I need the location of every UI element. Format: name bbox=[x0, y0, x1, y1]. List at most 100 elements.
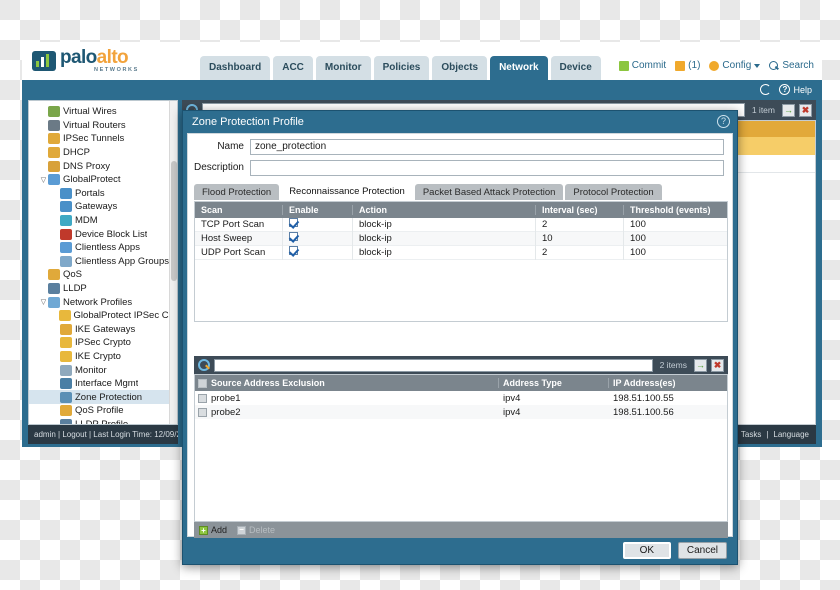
sidebar-item-dns-proxy[interactable]: DNS Proxy bbox=[29, 159, 171, 173]
sidebar-item-qos-profile[interactable]: QoS Profile bbox=[29, 404, 171, 418]
sidebar-item-ipsec-tunnels[interactable]: IPSec Tunnels bbox=[29, 132, 171, 146]
sidebar-item-virtual-routers[interactable]: Virtual Routers bbox=[29, 119, 171, 133]
sidebar-item-virtual-wires[interactable]: Virtual Wires bbox=[29, 105, 171, 119]
sidebar-item-lldp-profile[interactable]: LLDP Profile bbox=[29, 418, 171, 424]
tab-network[interactable]: Network bbox=[490, 56, 548, 80]
description-input[interactable] bbox=[250, 159, 724, 176]
column-address-type: Address Type bbox=[499, 378, 609, 388]
dialog-footer: OK Cancel bbox=[183, 537, 737, 564]
tab-reconnaissance-protection[interactable]: Reconnaissance Protection bbox=[281, 182, 413, 201]
cell-scan: Host Sweep bbox=[195, 231, 283, 246]
tab-monitor[interactable]: Monitor bbox=[315, 56, 371, 80]
tab-dashboard[interactable]: Dashboard bbox=[200, 56, 271, 80]
gateways-icon bbox=[60, 201, 72, 213]
apply-filter-button[interactable]: → bbox=[782, 103, 795, 117]
lock-count[interactable]: (1) bbox=[675, 60, 700, 71]
device-block-list-icon bbox=[60, 228, 72, 240]
sidebar-item-network-profiles[interactable]: ▽ Network Profiles bbox=[29, 295, 171, 309]
sidebar-item-label: Clientless App Groups bbox=[75, 255, 169, 267]
tasks-label[interactable]: Tasks bbox=[741, 430, 761, 439]
tab-packet-based-attack-protection[interactable]: Packet Based Attack Protection bbox=[414, 184, 564, 201]
cell-ip: 198.51.100.55 bbox=[613, 392, 674, 404]
cell-enable bbox=[283, 245, 353, 260]
tab-policies[interactable]: Policies bbox=[373, 56, 430, 80]
sidebar-item-interface-mgmt[interactable]: Interface Mgmt bbox=[29, 377, 171, 391]
sidebar-item-gateways[interactable]: Gateways bbox=[29, 200, 171, 214]
logo-wordmark: paloalto bbox=[60, 48, 129, 68]
tree-scrollbar-thumb[interactable] bbox=[171, 161, 177, 281]
config-menu[interactable]: Config bbox=[709, 60, 761, 71]
tree-scrollbar[interactable] bbox=[169, 101, 177, 424]
commit-link[interactable]: Commit bbox=[618, 60, 666, 71]
clientless-app-groups-icon bbox=[60, 255, 72, 267]
row-checkbox[interactable] bbox=[197, 393, 207, 403]
sidebar-item-label: Device Block List bbox=[75, 228, 148, 240]
cell-name: probe2 bbox=[211, 406, 241, 418]
sidebar-item-globalprotect[interactable]: ▽ GlobalProtect bbox=[29, 173, 171, 187]
globalprotect-icon bbox=[48, 174, 60, 186]
enable-checkbox[interactable] bbox=[289, 217, 298, 227]
sidebar-item-portals[interactable]: Portals bbox=[29, 187, 171, 201]
cell-scan: TCP Port Scan bbox=[195, 217, 283, 232]
tab-device[interactable]: Device bbox=[550, 56, 601, 80]
tab-protocol-protection[interactable]: Protocol Protection bbox=[565, 184, 662, 201]
refresh-icon[interactable] bbox=[760, 84, 772, 95]
sidebar-item-mdm[interactable]: MDM bbox=[29, 214, 171, 228]
select-all-checkbox[interactable] bbox=[197, 378, 207, 388]
enable-checkbox[interactable] bbox=[289, 231, 298, 241]
sidebar-item-lldp[interactable]: LLDP bbox=[29, 282, 171, 296]
add-button[interactable]: + Add bbox=[199, 525, 227, 535]
scan-table-header: Scan Enable Action Interval (sec) Thresh… bbox=[195, 202, 727, 218]
table-row[interactable]: Host Sweep block-ip 10 100 bbox=[195, 231, 727, 246]
sidebar-item-qos[interactable]: QoS bbox=[29, 268, 171, 282]
table-row[interactable]: TCP Port Scan block-ip 2 100 bbox=[195, 217, 727, 232]
cell-action: block-ip bbox=[353, 231, 536, 246]
search-link[interactable]: Search bbox=[769, 60, 814, 71]
exclusion-search-input[interactable] bbox=[214, 358, 653, 372]
row-select-cell bbox=[195, 393, 209, 403]
search-icon[interactable] bbox=[198, 359, 210, 371]
sidebar-item-label: Monitor bbox=[75, 364, 107, 376]
tab-flood-protection[interactable]: Flood Protection bbox=[194, 184, 280, 201]
main-navigation-tabs: Dashboard ACC Monitor Policies Objects N… bbox=[200, 56, 601, 80]
enable-checkbox[interactable] bbox=[289, 245, 298, 255]
help-icon[interactable]: ? bbox=[717, 115, 730, 128]
paloalto-logo: paloalto NETWORKS bbox=[32, 48, 152, 76]
dialog-content: Name Description Flood Protection Reconn… bbox=[187, 133, 733, 538]
tab-objects[interactable]: Objects bbox=[432, 56, 488, 80]
sidebar-item-ike-gateways[interactable]: IKE Gateways bbox=[29, 323, 171, 337]
cell-threshold: 100 bbox=[630, 219, 646, 230]
table-row[interactable]: UDP Port Scan block-ip 2 100 bbox=[195, 245, 727, 260]
clear-filter-button[interactable]: ✖ bbox=[799, 103, 812, 117]
clear-filter-button[interactable]: ✖ bbox=[711, 358, 724, 372]
cancel-button[interactable]: Cancel bbox=[677, 542, 727, 559]
add-label: Add bbox=[211, 525, 228, 535]
language-label[interactable]: Language bbox=[773, 430, 809, 439]
expander-icon[interactable]: ▽ bbox=[39, 298, 48, 306]
sidebar-item-globalprotect-ipsec-crypto[interactable]: GlobalProtect IPSec Crypto bbox=[29, 309, 171, 323]
sidebar-item-clientless-app-groups[interactable]: Clientless App Groups bbox=[29, 255, 171, 269]
name-label: Name bbox=[217, 141, 244, 152]
sidebar-item-monitor[interactable]: Monitor bbox=[29, 363, 171, 377]
sidebar-item-ipsec-crypto[interactable]: IPSec Crypto bbox=[29, 336, 171, 350]
tab-acc[interactable]: ACC bbox=[273, 56, 313, 80]
delete-button[interactable]: − Delete bbox=[237, 525, 275, 535]
apply-filter-button[interactable]: → bbox=[694, 358, 707, 372]
sidebar-item-label: Virtual Routers bbox=[63, 119, 126, 131]
lock-icon bbox=[58, 310, 71, 322]
table-row[interactable]: probe1 ipv4 198.51.100.55 bbox=[195, 391, 727, 405]
sidebar-item-dhcp[interactable]: DHCP bbox=[29, 146, 171, 160]
help-link[interactable]: ? Help bbox=[779, 84, 812, 95]
sidebar-item-zone-protection[interactable]: Zone Protection bbox=[29, 390, 171, 405]
sidebar-item-device-block-list[interactable]: Device Block List bbox=[29, 227, 171, 241]
exclusion-item-count: 2 items bbox=[659, 360, 687, 370]
name-input[interactable] bbox=[250, 138, 724, 155]
row-checkbox[interactable] bbox=[197, 407, 207, 417]
ok-button[interactable]: OK bbox=[622, 542, 671, 559]
sidebar-item-ike-crypto[interactable]: IKE Crypto bbox=[29, 350, 171, 364]
table-row[interactable]: probe2 ipv4 198.51.100.56 bbox=[195, 405, 727, 419]
sidebar-item-clientless-apps[interactable]: Clientless Apps bbox=[29, 241, 171, 255]
lock-icon bbox=[675, 60, 686, 71]
expander-icon[interactable]: ▽ bbox=[39, 176, 48, 184]
cell-enable bbox=[283, 231, 353, 246]
